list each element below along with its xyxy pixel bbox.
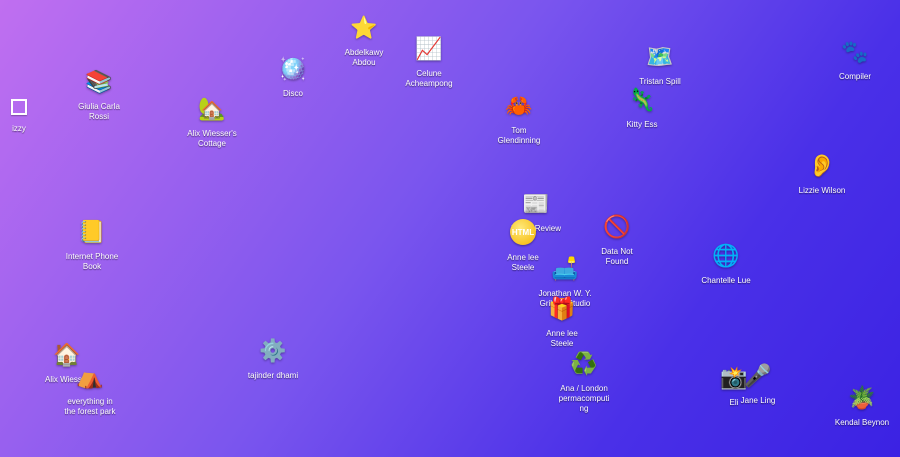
desktop-icon-giulia-carla-rossi[interactable]: 📚 Giulia Carla Rossi bbox=[49, 70, 149, 122]
icon-label: Celune Acheampong bbox=[405, 69, 453, 88]
desktop-icon-everything-in-the-forest-park[interactable]: ⛺ everything in the forest park bbox=[40, 365, 140, 417]
desktop-icon-kitty-ess[interactable]: 🦎 Kitty Ess bbox=[592, 88, 692, 130]
desktop-icon-anne-lee-steele-gift[interactable]: 🎁 Anne lee Steele bbox=[512, 297, 612, 349]
icon-label: izzy bbox=[12, 124, 26, 133]
desktop-icon-tajinder-dhami[interactable]: ⚙️ tajinder dhami bbox=[223, 339, 323, 381]
couch-icon: 🛋️ bbox=[551, 257, 579, 282]
desktop-icon-alix-wiessers-cottage[interactable]: 🏡 Alix Wiesser's Cottage bbox=[162, 97, 262, 149]
chart-increasing-icon: 📈 bbox=[415, 37, 443, 62]
desktop-icon-ana-london-permacomputing[interactable]: ♻️ Ana / London permacomputi ng bbox=[534, 352, 634, 414]
potted-plant-icon: 🪴 bbox=[848, 386, 876, 411]
books-icon: 📚 bbox=[85, 70, 113, 95]
disco-ball-icon: 🪩 bbox=[279, 57, 307, 82]
html-badge-icon: HTML bbox=[510, 219, 536, 245]
icon-label: Giulia Carla Rossi bbox=[78, 102, 120, 121]
icon-label: everything in the forest park bbox=[64, 397, 116, 416]
desktop-icon-internet-phone-book[interactable]: 📒 Internet Phone Book bbox=[42, 220, 142, 272]
icon-label: Lizzie Wilson bbox=[798, 186, 846, 195]
desktop: { "icons": [ {"id": "izzy", "label": "iz… bbox=[0, 0, 900, 457]
desktop-icon-compiler[interactable]: 🐾 Compiler bbox=[805, 40, 900, 82]
icon-label: Ana / London permacomputi ng bbox=[558, 384, 610, 413]
icon-label: Kendal Beynon bbox=[834, 418, 890, 427]
paw-prints-icon: 🐾 bbox=[841, 40, 869, 65]
lizard-icon: 🦎 bbox=[628, 88, 656, 113]
icon-label: Internet Phone Book bbox=[65, 252, 119, 271]
icon-label: Chantelle Lue bbox=[701, 276, 751, 285]
globe-icon: 🌐 bbox=[712, 244, 740, 269]
gift-icon: 🎁 bbox=[548, 297, 576, 322]
icon-label: Alix Wiesser's Cottage bbox=[187, 129, 237, 148]
icon-label: Abdelkawy Abdou bbox=[344, 48, 384, 67]
icon-label: Anne lee Steele bbox=[546, 329, 578, 348]
star-icon: ⭐ bbox=[350, 16, 378, 41]
desktop-icon-celune-acheampong[interactable]: 📈 Celune Acheampong bbox=[379, 37, 479, 89]
house-with-garden-icon: 🏡 bbox=[198, 97, 226, 122]
microphone-icon: 🎤 bbox=[744, 364, 772, 389]
desktop-icon-jane-ling[interactable]: 🎤 Jane Ling bbox=[708, 364, 808, 406]
icon-label: Disco bbox=[282, 89, 303, 98]
icon-label: Kitty Ess bbox=[626, 120, 658, 129]
gear-icon: ⚙️ bbox=[259, 339, 287, 364]
desktop-icon-chantelle-lue[interactable]: 🌐 Chantelle Lue bbox=[676, 244, 776, 286]
map-icon: 🗺️ bbox=[646, 45, 674, 70]
prohibited-icon: 🚫 bbox=[603, 215, 631, 240]
desktop-icon-tristan-spill[interactable]: 🗺️ Tristan Spill bbox=[610, 45, 710, 87]
crab-icon: 🦀 bbox=[505, 94, 533, 119]
desktop-icon-lizzie-wilson[interactable]: 👂 Lizzie Wilson bbox=[772, 154, 872, 196]
square-outline-icon bbox=[11, 99, 27, 115]
recycle-icon: ♻️ bbox=[570, 352, 598, 377]
desktop-icon-kendal-beynon[interactable]: 🪴 Kendal Beynon bbox=[812, 386, 900, 428]
icon-label: tajinder dhami bbox=[247, 371, 299, 380]
notebook-icon: 📒 bbox=[78, 220, 106, 245]
tent-icon: ⛺ bbox=[76, 365, 104, 390]
icon-label: Jane Ling bbox=[740, 396, 776, 405]
icon-label: Tom Glendinning bbox=[497, 126, 541, 145]
desktop-icon-tom-glendinning[interactable]: 🦀 Tom Glendinning bbox=[469, 94, 569, 146]
icon-label: Tristan Spill bbox=[639, 77, 681, 86]
newspaper-icon: 📰 bbox=[522, 192, 550, 217]
icon-label: Compiler bbox=[838, 72, 871, 81]
ear-icon: 👂 bbox=[808, 154, 836, 179]
